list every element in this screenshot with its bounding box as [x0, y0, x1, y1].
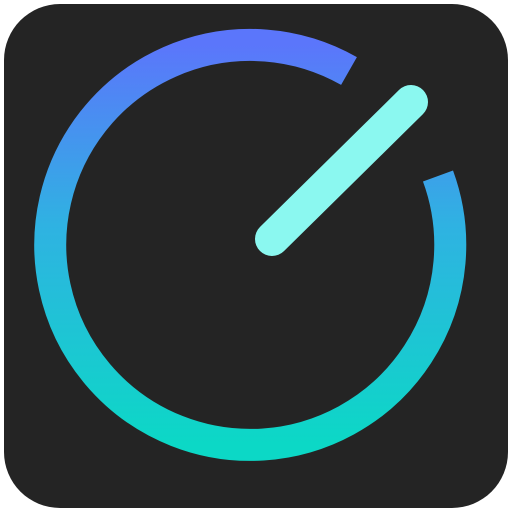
timer-dial-icon	[4, 4, 508, 508]
app-icon[interactable]	[4, 4, 508, 508]
